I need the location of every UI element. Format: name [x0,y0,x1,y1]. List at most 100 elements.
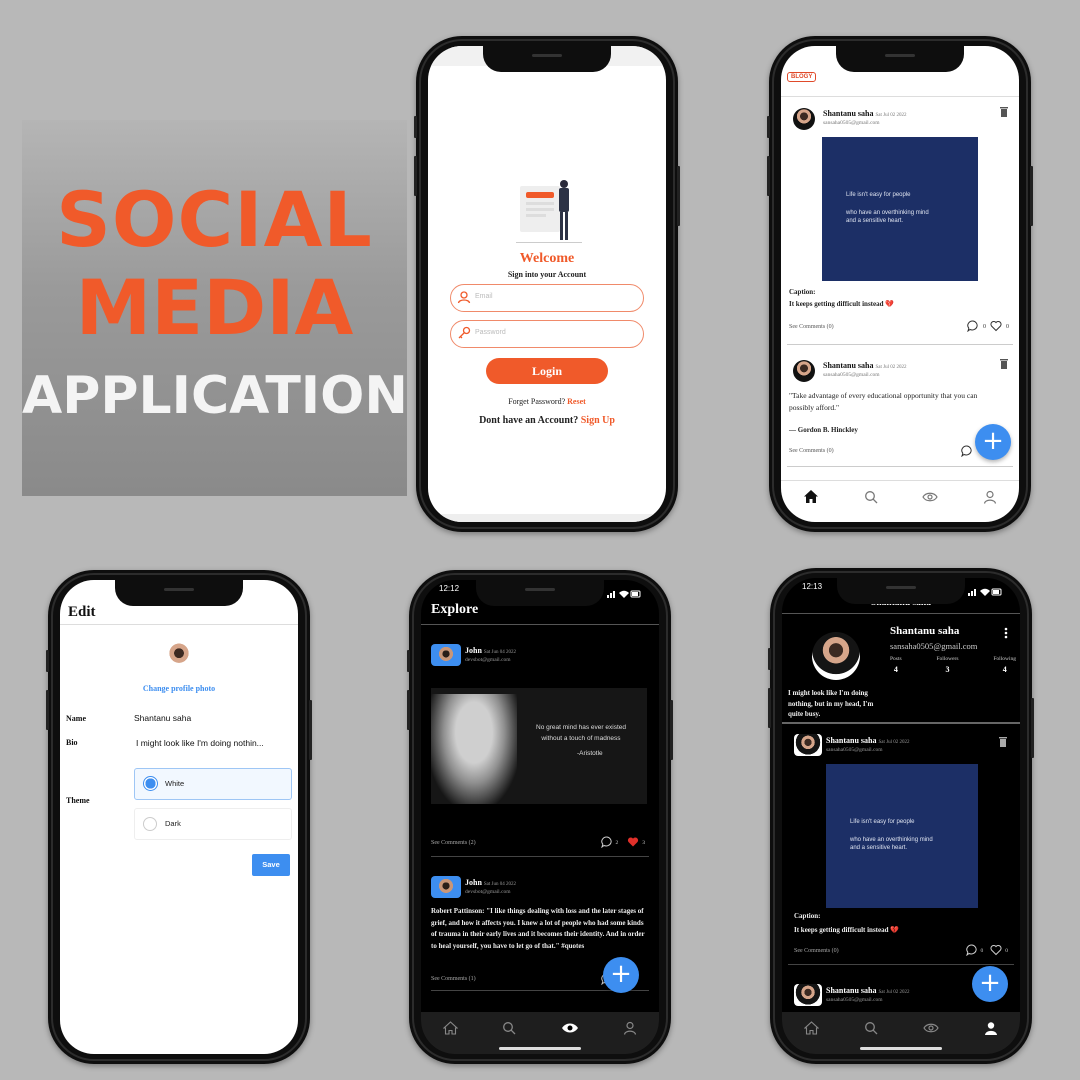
phone-feed: BLOGY Shantanu saha Sat Jul 02 2022 sans… [767,36,1033,532]
home-icon[interactable] [803,489,819,509]
comment-icon[interactable] [600,836,613,850]
more-vertical-icon[interactable] [1004,626,1008,644]
comment-icon[interactable] [967,320,979,334]
trash-icon[interactable] [999,358,1009,369]
home-icon[interactable] [442,1020,459,1040]
phone-explore: 12:12 Explore John Sat Jun 04 2022 devsb… [407,570,673,1064]
post-author[interactable]: John Sat Jun 04 2022 [465,646,516,655]
see-comments-link[interactable]: See Comments (1) [431,976,476,982]
profile-name: Shantanu saha [890,625,960,637]
post-author[interactable]: Shantanu saha Sat Jul 02 2022 [823,109,906,118]
see-comments-link[interactable]: See Comments (0) [789,448,834,454]
post-author[interactable]: John Sat Jun 04 2022 [465,878,516,887]
heart-icon[interactable] [990,320,1002,334]
user-icon [457,290,471,309]
feed-screen: BLOGY Shantanu saha Sat Jul 02 2022 sans… [781,46,1019,522]
phone-login: Welcome Sign into your Account Email Pas… [414,36,680,532]
reset-link[interactable]: Reset [567,397,586,406]
profile-screen: 12:13 Shantanu saha Shantanu saha sansah… [782,578,1020,1054]
forgot-password-text: Forget Password? [508,397,566,406]
name-field[interactable]: Shantanu saha [134,713,191,723]
post-email: sansaha0505@gmail.com [823,372,880,378]
post-actions: 2 3 [600,836,645,850]
add-post-button[interactable]: + [972,966,1008,1002]
profile-avatar[interactable] [812,632,860,680]
comment-icon[interactable] [961,444,973,462]
stat-following[interactable]: Following 4 [993,656,1016,674]
explore-eye-icon[interactable] [561,1021,579,1039]
theme-option-dark[interactable]: Dark [134,808,292,840]
post-actions: 0 0 [967,320,1009,334]
post-email: sansaha0505@gmail.com [826,997,883,1003]
trash-icon[interactable] [998,734,1008,752]
see-comments-link[interactable]: See Comments (0) [794,948,839,954]
save-button[interactable]: Save [252,854,290,876]
radio-selected-icon[interactable] [143,776,158,791]
email-field[interactable]: Email [450,284,644,312]
phone-edit: Edit Change profile photo Name Shantanu … [46,570,312,1064]
explore-eye-icon[interactable] [922,490,938,508]
post-author[interactable]: Shantanu saha Sat Jul 02 2022 [823,361,906,370]
edit-screen: Edit Change profile photo Name Shantanu … [60,580,298,1054]
page-title: Explore [431,602,479,617]
app-logo: BLOGY [787,72,817,82]
profile-icon[interactable] [983,490,997,509]
post-author[interactable]: Shantanu saha Sat Jul 02 2022 [826,986,909,995]
no-account-text: Dont have an Account? [479,415,579,426]
stat-posts[interactable]: Posts 4 [890,656,902,674]
heart-filled-icon[interactable] [627,836,639,850]
status-time: 12:12 [439,584,460,593]
avatar[interactable] [431,876,461,898]
comment-icon[interactable] [965,944,978,958]
post-email: devsbot@gmail.com [465,889,511,895]
see-comments-link[interactable]: See Comments (2) [431,840,476,846]
email-placeholder: Email [475,293,493,300]
signup-link[interactable]: Sign Up [581,415,615,426]
bio-field[interactable]: I might look like I'm doing nothin... [136,738,264,748]
bottom-nav [421,1018,659,1042]
radio-unselected-icon[interactable] [143,817,157,831]
see-comments-link[interactable]: See Comments (0) [789,324,834,330]
password-field[interactable]: Password [450,320,644,348]
login-heading: Welcome [519,251,575,266]
avatar[interactable] [794,984,822,1006]
signup-row: Dont have an Account? Sign Up [428,415,666,426]
login-button[interactable]: Login [486,358,608,384]
theme-option-white[interactable]: White [134,768,292,800]
avatar[interactable] [431,644,461,666]
search-icon[interactable] [502,1021,516,1040]
post-image[interactable]: Life isn't easy for people who have an o… [826,764,978,908]
profile-stats: Posts 4 Followers 3 Following 4 [890,656,1016,674]
post-author[interactable]: Shantanu saha Sat Jul 02 2022 [826,736,909,745]
profile-icon[interactable] [984,1021,998,1040]
status-time: 12:13 [802,582,823,591]
login-screen: Welcome Sign into your Account Email Pas… [428,46,666,522]
avatar[interactable] [793,108,815,130]
stat-followers[interactable]: Followers 3 [937,656,959,674]
change-photo-link[interactable]: Change profile photo [60,684,298,693]
bottom-nav [782,1018,1020,1042]
post-email: devsbot@gmail.com [465,657,511,663]
post-text: Robert Pattinson: "I like things dealing… [431,907,645,950]
search-icon[interactable] [864,490,878,509]
post-image[interactable]: No great mind has ever existed without a… [431,688,647,804]
add-post-button[interactable]: + [603,957,639,993]
profile-photo[interactable] [160,638,198,676]
home-icon[interactable] [803,1020,820,1040]
post-image[interactable]: Life isn't easy for people who have an o… [822,137,978,281]
post-email: sansaha0505@gmail.com [826,747,883,753]
statue-image [431,694,517,804]
caption-label: Caption: [794,912,821,920]
avatar[interactable] [794,734,822,756]
key-icon [457,326,471,345]
avatar[interactable] [793,360,815,382]
profile-icon[interactable] [623,1021,637,1040]
trash-icon[interactable] [999,106,1009,117]
explore-eye-icon[interactable] [923,1021,939,1039]
heart-icon[interactable] [990,944,1002,958]
bottom-nav [781,486,1019,512]
add-post-button[interactable]: + [975,424,1011,460]
caption-text: It keeps getting difficult instead 💔 [794,926,899,934]
search-icon[interactable] [864,1021,878,1040]
post-email: sansaha0505@gmail.com [823,120,880,126]
